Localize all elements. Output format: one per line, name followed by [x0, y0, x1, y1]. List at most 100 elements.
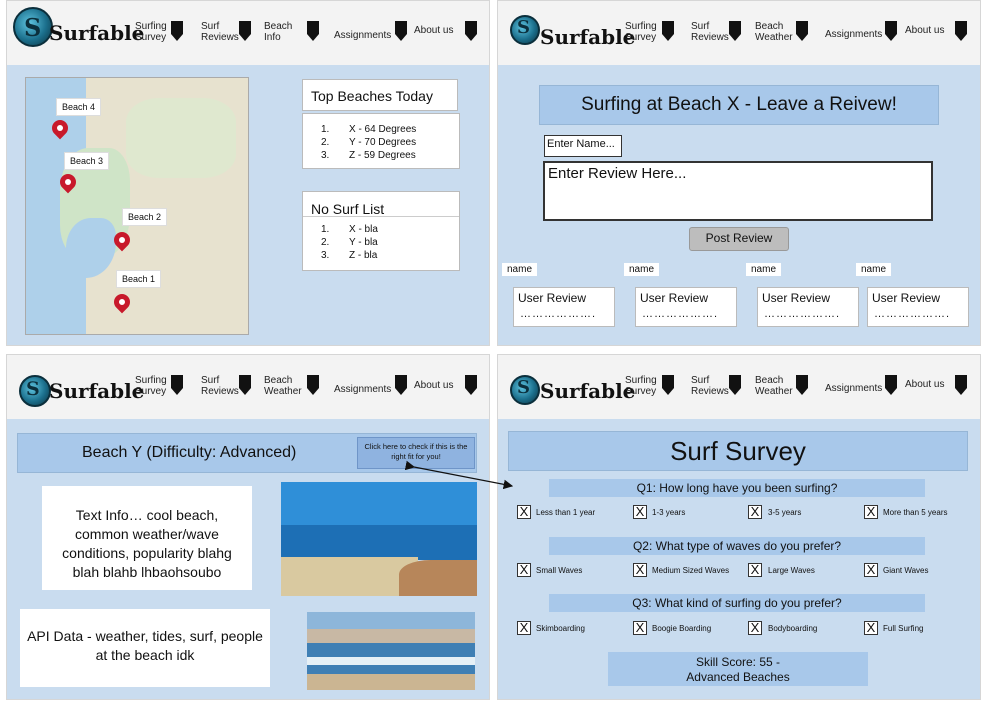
name-input[interactable]: Enter Name... [544, 135, 622, 157]
chevron-down-icon[interactable] [307, 375, 319, 395]
answer-checkbox[interactable]: X [864, 563, 878, 577]
nav-about-us[interactable]: About us [414, 25, 453, 36]
review-textarea[interactable]: Enter Review Here... [543, 161, 933, 221]
answer-option: Skimboarding [536, 624, 585, 633]
logo-icon[interactable]: S [510, 375, 540, 405]
nav-assignments[interactable]: Assignments [334, 384, 391, 395]
question-label: Q1: How long have you been surfing? [549, 479, 925, 497]
logo-icon[interactable]: S [19, 375, 51, 407]
review-card[interactable]: User Review ………………. [867, 287, 969, 327]
review-author: name [502, 263, 538, 276]
brand-name[interactable]: Surfable [49, 379, 144, 403]
logo-icon[interactable]: S [510, 15, 540, 45]
nav-surf-reviews[interactable]: Surf Reviews [691, 21, 729, 43]
answer-checkbox[interactable]: X [633, 505, 647, 519]
review-title: User Review [872, 291, 941, 305]
top-beaches-title: Top Beaches Today [302, 79, 458, 111]
review-body: ………………. [642, 308, 719, 320]
review-card[interactable]: User Review ………………. [635, 287, 737, 327]
navbar: S Surfable Surfing Survey Surf Reviews Bea… [7, 1, 489, 65]
chevron-down-icon[interactable] [662, 21, 674, 41]
nav-beach-weather[interactable]: Beach Weather [264, 375, 302, 397]
answer-checkbox[interactable]: X [517, 621, 531, 635]
list-item: Y - 70 Degrees [349, 137, 417, 148]
review-card[interactable]: User Review ………………. [757, 287, 859, 327]
answer-checkbox[interactable]: X [517, 563, 531, 577]
page-title: Surf Survey [508, 431, 968, 471]
answer-checkbox[interactable]: X [864, 505, 878, 519]
page-body: Beach 4 Beach 3 Beach 2 Beach 1 Top Beac… [7, 65, 489, 345]
chevron-down-icon[interactable] [955, 21, 967, 41]
chevron-down-icon[interactable] [171, 375, 183, 395]
navbar: S Surfable Surfing Survey Surf Reviews Bea… [498, 1, 980, 65]
answer-checkbox[interactable]: X [633, 563, 647, 577]
answer-option: Less than 1 year [536, 508, 596, 517]
nav-assignments[interactable]: Assignments [825, 383, 882, 394]
nav-surfing-survey[interactable]: Surfing Survey [135, 375, 167, 397]
answer-checkbox[interactable]: X [748, 621, 762, 635]
chevron-down-icon[interactable] [307, 21, 319, 41]
chevron-down-icon[interactable] [796, 375, 808, 395]
brand-name[interactable]: Surfable [49, 21, 144, 45]
chevron-down-icon[interactable] [796, 21, 808, 41]
text-info: Text Info… cool beach, common weather/wa… [62, 507, 232, 580]
top-beaches-list: 1. X - 64 Degrees 2. Y - 70 Degrees 3. Z - … [302, 113, 460, 169]
nav-surfing-survey[interactable]: Surfing Survey [135, 21, 167, 43]
chevron-down-icon[interactable] [395, 21, 407, 41]
nav-beach-info[interactable]: Beach Info [264, 21, 292, 43]
chevron-down-icon[interactable] [729, 21, 741, 41]
beach-photo [307, 612, 475, 690]
beach-callout: Beach 4 [56, 98, 102, 116]
answer-option: More than 5 years [883, 508, 948, 517]
nav-surf-reviews[interactable]: Surf Reviews [201, 21, 239, 43]
fit-check-button[interactable]: Click here to check if this is the right… [357, 437, 475, 469]
nav-beach-weather[interactable]: Beach Weather [755, 375, 793, 397]
panel-surf-survey: S Surfable Surfing Survey Surf Reviews Bea… [497, 354, 981, 700]
chevron-down-icon[interactable] [662, 375, 674, 395]
nav-about-us[interactable]: About us [905, 379, 944, 390]
no-surf-title: No Surf List [311, 201, 385, 217]
chevron-down-icon[interactable] [395, 375, 407, 395]
nav-about-us[interactable]: About us [905, 25, 944, 36]
answer-checkbox[interactable]: X [517, 505, 531, 519]
nav-surfing-survey[interactable]: Surfing Survey [625, 21, 657, 43]
chevron-down-icon[interactable] [465, 375, 477, 395]
answer-checkbox[interactable]: X [633, 621, 647, 635]
nav-surf-reviews[interactable]: Surf Reviews [201, 375, 239, 397]
nav-surf-reviews[interactable]: Surf Reviews [691, 375, 729, 397]
chevron-down-icon[interactable] [729, 375, 741, 395]
review-author: name [856, 263, 892, 276]
chevron-down-icon[interactable] [171, 21, 183, 41]
list-item: X - bla [349, 224, 378, 235]
panel-beach-map: S Surfable Surfing Survey Surf Reviews Bea… [6, 0, 490, 346]
map-pin-icon[interactable] [110, 290, 134, 314]
nav-assignments[interactable]: Assignments [334, 30, 391, 41]
review-title: User Review [762, 291, 831, 305]
post-review-button[interactable]: Post Review [689, 227, 789, 251]
answer-option: Large Waves [768, 566, 815, 575]
question-label: Q3: What kind of surfing do you prefer? [549, 594, 925, 612]
brand-name[interactable]: Surfable [540, 25, 635, 49]
answer-checkbox[interactable]: X [864, 621, 878, 635]
chevron-down-icon[interactable] [239, 21, 251, 41]
review-card[interactable]: User Review ………………. [513, 287, 615, 327]
beach-map[interactable]: Beach 4 Beach 3 Beach 2 Beach 1 [25, 77, 249, 335]
review-author: name [746, 263, 782, 276]
list-item: X - 64 Degrees [349, 124, 417, 135]
answer-checkbox[interactable]: X [748, 505, 762, 519]
answer-option: Small Waves [536, 566, 583, 575]
chevron-down-icon[interactable] [955, 375, 967, 395]
chevron-down-icon[interactable] [239, 375, 251, 395]
brand-name[interactable]: Surfable [540, 379, 635, 403]
nav-assignments[interactable]: Assignments [825, 29, 882, 40]
page-title: Surfing at Beach X - Leave a Reivew! [539, 85, 939, 125]
nav-about-us[interactable]: About us [414, 380, 453, 391]
answer-checkbox[interactable]: X [748, 563, 762, 577]
chevron-down-icon[interactable] [465, 21, 477, 41]
logo-icon[interactable]: S [13, 7, 53, 47]
nav-beach-weather[interactable]: Beach Weather [755, 21, 793, 43]
chevron-down-icon[interactable] [885, 375, 897, 395]
answer-option: Bodyboarding [768, 624, 818, 633]
nav-surfing-survey[interactable]: Surfing Survey [625, 375, 657, 397]
chevron-down-icon[interactable] [885, 21, 897, 41]
